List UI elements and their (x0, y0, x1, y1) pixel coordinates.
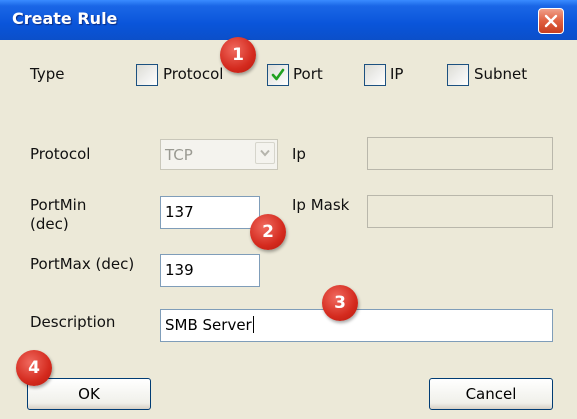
annotation-badge-4: 4 (16, 350, 52, 386)
close-button[interactable] (538, 8, 564, 34)
port-min-input[interactable]: 137 (160, 196, 260, 229)
dialog-title: Create Rule (12, 9, 118, 28)
ip-mask-field[interactable] (367, 195, 553, 228)
create-rule-dialog: Create Rule Type Protocol Port IP Subnet… (0, 0, 577, 419)
port-min-label-unit: (dec) (30, 215, 69, 233)
text-cursor (252, 316, 254, 333)
ip-checkbox[interactable] (364, 64, 386, 86)
port-max-input[interactable]: 139 (160, 254, 260, 287)
protocol-select[interactable]: TCP (160, 139, 278, 170)
description-input[interactable]: SMB Server (160, 309, 553, 342)
protocol-checkbox[interactable] (136, 64, 158, 86)
description-label: Description (30, 313, 116, 331)
title-bar[interactable]: Create Rule (0, 0, 577, 40)
port-checkbox[interactable] (267, 64, 289, 86)
protocol-label: Protocol (30, 145, 91, 163)
protocol-dropdown-button[interactable] (255, 142, 275, 164)
description-value: SMB Server (165, 316, 252, 334)
type-label: Type (30, 65, 65, 83)
annotation-badge-2: 2 (250, 214, 286, 250)
ok-button-label: OK (78, 385, 100, 403)
port-max-label: PortMax (dec) (30, 255, 135, 273)
protocol-select-value: TCP (165, 146, 193, 164)
ip-label: Ip (292, 145, 306, 163)
port-min-label: PortMin (30, 196, 87, 214)
protocol-checkbox-label[interactable]: Protocol (163, 65, 223, 83)
ip-checkbox-label[interactable]: IP (390, 65, 403, 83)
annotation-badge-1: 1 (220, 37, 256, 73)
chevron-down-icon (260, 149, 270, 157)
ip-mask-label: Ip Mask (292, 196, 350, 214)
checkmark-icon (271, 68, 285, 81)
close-icon (544, 14, 558, 28)
cancel-button[interactable]: Cancel (429, 378, 553, 410)
port-checkbox-label[interactable]: Port (293, 65, 323, 83)
annotation-badge-3: 3 (322, 285, 358, 321)
subnet-checkbox-label[interactable]: Subnet (474, 65, 527, 83)
port-max-value: 139 (165, 261, 194, 279)
ok-button[interactable]: OK (27, 378, 151, 410)
ip-field[interactable] (367, 137, 553, 170)
cancel-button-label: Cancel (465, 385, 517, 403)
subnet-checkbox[interactable] (447, 64, 469, 86)
port-min-value: 137 (165, 203, 194, 221)
